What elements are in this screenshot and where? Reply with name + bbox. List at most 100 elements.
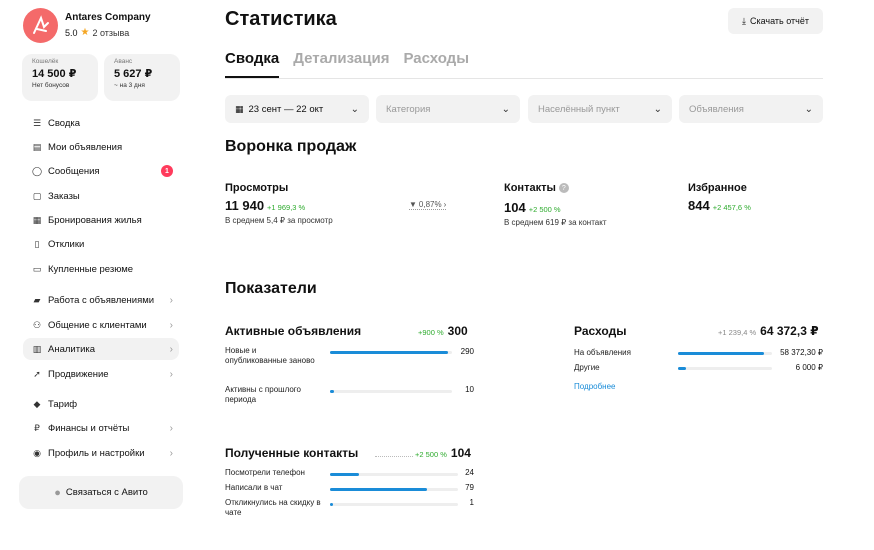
- wallet-label: Кошелёк: [32, 58, 59, 65]
- rocket-icon: ➚: [33, 368, 41, 379]
- sidebar-item-orders[interactable]: ▢ Заказы: [23, 185, 179, 207]
- city-placeholder: Населённый пункт: [538, 103, 620, 115]
- active-ads-row-label: Новые и опубликованные заново: [225, 346, 315, 365]
- expenses-row-value: 6 000 ₽: [795, 363, 823, 372]
- indicators-title: Показатели: [225, 280, 317, 297]
- date-range-filter[interactable]: ▦ 23 сент — 22 окт ⌄: [225, 95, 369, 123]
- expenses-total: +1 239,4 % 64 372,3 ₽: [718, 324, 819, 338]
- bar-fill: [330, 390, 334, 393]
- sidebar-item-analytics[interactable]: ▥ Аналитика ›: [23, 338, 179, 360]
- city-filter[interactable]: Населённый пункт ⌄: [528, 95, 672, 123]
- chevron-right-icon: ›: [169, 447, 173, 459]
- favorites-delta: +2 457,6 %: [712, 203, 751, 212]
- sidebar-item-messages[interactable]: ◯ Сообщения 1: [23, 160, 179, 182]
- document-icon: ▯: [34, 238, 40, 249]
- category-placeholder: Категория: [386, 103, 431, 115]
- filter-funnel-icon: ▼: [409, 200, 417, 209]
- download-report-button[interactable]: ⤓ Скачать отчёт: [728, 8, 823, 34]
- category-filter[interactable]: Категория ⌄: [376, 95, 520, 123]
- sidebar-item-label: Общение с клиентами: [48, 319, 147, 331]
- sidebar-item-label: Продвижение: [48, 368, 109, 380]
- calendar-icon: ▦: [235, 103, 244, 114]
- info-icon[interactable]: ?: [558, 183, 569, 193]
- advance-sub: ~ на 3 дня: [114, 82, 145, 89]
- sidebar-item-label: Профиль и настройки: [48, 447, 145, 459]
- contacts-metric: 104 +2 500 %: [504, 200, 561, 215]
- support-icon: ●: [54, 486, 61, 499]
- rating-value: 5.0: [65, 27, 78, 38]
- received-contacts-delta: +2 500 %: [415, 450, 447, 459]
- sidebar-item-profile[interactable]: ◉ Профиль и настройки ›: [23, 442, 179, 464]
- tab-details[interactable]: Детализация: [293, 50, 389, 78]
- favorites-metric: 844 +2 457,6 %: [688, 198, 751, 213]
- sidebar-item-promotion[interactable]: ➚ Продвижение ›: [23, 363, 179, 385]
- chat-icon: ◯: [31, 165, 43, 176]
- expenses-value: 64 372,3 ₽: [760, 324, 819, 338]
- people-icon: ⚇: [32, 319, 42, 330]
- ads-icon: ▤: [32, 141, 42, 152]
- resume-icon: ▭: [32, 263, 42, 274]
- sidebar-item-summary[interactable]: ☰ Сводка: [23, 112, 179, 134]
- views-average: В среднем 5,4 ₽ за просмотр: [225, 216, 333, 225]
- tab-expenses[interactable]: Расходы: [403, 50, 469, 78]
- dotted-leader: [375, 456, 413, 457]
- chevron-down-icon: ⌄: [653, 103, 662, 115]
- advance-value: 5 627 ₽: [114, 68, 153, 80]
- received-contacts-bar: [330, 488, 458, 491]
- sidebar-item-my-ads[interactable]: ▤ Мои объявления: [23, 136, 179, 158]
- advance-label: Аванс: [114, 58, 133, 65]
- stats-tabs: Сводка Детализация Расходы: [225, 50, 823, 79]
- contact-avito-button[interactable]: ● Связаться с Авито: [19, 476, 183, 509]
- company-rating[interactable]: 5.0 ★ 2 отзыва: [65, 27, 129, 38]
- expenses-title: Расходы: [574, 324, 627, 338]
- received-contacts-total: +2 500 % 104: [415, 446, 471, 460]
- views-value: 11 940: [225, 198, 265, 213]
- active-ads-row-value: 290: [460, 347, 474, 356]
- profile-icon: ◉: [33, 447, 41, 458]
- tariff-icon: ◆: [33, 398, 41, 409]
- sidebar-item-label: Работа с объявлениями: [48, 294, 155, 306]
- active-ads-bar: [330, 351, 452, 354]
- date-range-value: 23 сент — 22 окт: [248, 103, 324, 115]
- download-icon: ⤓: [742, 15, 746, 26]
- box-icon: ▢: [32, 190, 42, 201]
- sidebar-item-label: Сообщения: [48, 165, 100, 177]
- conversion-value: 0,87%: [418, 200, 442, 209]
- tab-summary[interactable]: Сводка: [225, 50, 280, 78]
- advance-card[interactable]: Аванс 5 627 ₽ ~ на 3 дня: [104, 54, 180, 101]
- sidebar-item-tariff[interactable]: ◆ Тариф: [23, 393, 179, 415]
- sidebar-item-label: Отклики: [48, 238, 85, 250]
- sidebar-item-finance[interactable]: ₽ Финансы и отчёты ›: [23, 417, 179, 439]
- bar-fill: [330, 488, 428, 491]
- expenses-more-link[interactable]: Подробнее: [574, 382, 616, 391]
- chevron-down-icon: ⌄: [804, 103, 813, 115]
- chart-icon: ▥: [32, 343, 42, 354]
- calendar-icon: ▦: [32, 214, 42, 225]
- contacts-header: Контакты ?: [504, 182, 569, 194]
- sidebar-item-label: Сводка: [48, 117, 81, 129]
- sidebar-item-ads-work[interactable]: ▰ Работа с объявлениями ›: [23, 289, 179, 311]
- expenses-row-label: Другие: [574, 363, 600, 372]
- chevron-right-icon: ›: [169, 319, 173, 331]
- sidebar-item-label: Бронирования жилья: [48, 214, 142, 226]
- bar-fill: [330, 473, 360, 476]
- active-ads-total: +900 % 300: [418, 324, 468, 338]
- wallet-card[interactable]: Кошелёк 14 500 ₽ Нет бонусов: [22, 54, 98, 101]
- chevron-right-icon: ›: [169, 343, 173, 355]
- chevron-right-icon: ›: [443, 200, 447, 209]
- sidebar-item-client-communication[interactable]: ⚇ Общение с клиентами ›: [23, 314, 179, 336]
- conversion-rate[interactable]: ▼ 0,87% ›: [409, 200, 447, 210]
- sidebar-item-responses[interactable]: ▯ Отклики: [23, 233, 179, 255]
- sidebar-item-label: Мои объявления: [48, 141, 123, 153]
- chevron-right-icon: ›: [169, 368, 173, 380]
- active-ads-row-label: Активны с прошлого периода: [225, 385, 301, 404]
- sidebar-item-bookings[interactable]: ▦ Бронирования жилья: [23, 209, 179, 231]
- bar-fill: [330, 351, 449, 354]
- ads-filter[interactable]: Объявления ⌄: [679, 95, 823, 123]
- favorites-title: Избранное: [688, 182, 747, 194]
- sidebar-item-label: Аналитика: [48, 343, 96, 355]
- company-name[interactable]: Antares Company: [65, 12, 151, 23]
- company-avatar[interactable]: [23, 8, 58, 43]
- favorites-value: 844: [688, 198, 710, 213]
- sidebar-item-resumes[interactable]: ▭ Купленные резюме: [23, 258, 179, 280]
